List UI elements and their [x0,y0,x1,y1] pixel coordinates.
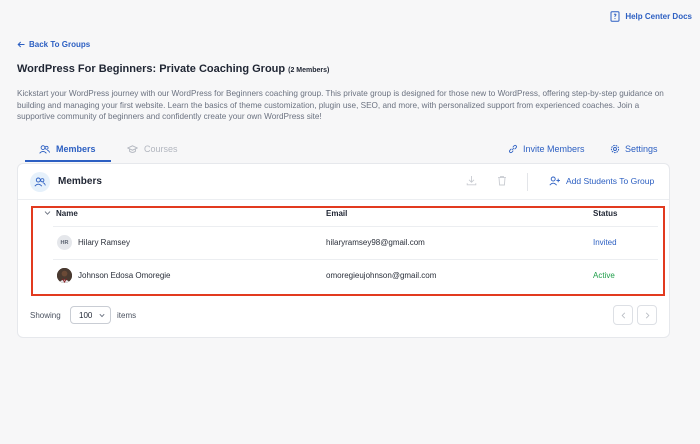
back-to-groups-link[interactable]: Back To Groups [17,40,90,49]
chevron-down-icon [99,313,105,318]
doc-icon [610,11,620,22]
items-label: items [117,311,137,320]
courses-icon [127,144,138,154]
users-icon [39,144,50,154]
group-description: Kickstart your WordPress journey with ou… [17,89,664,121]
page-title: WordPress For Beginners: Private Coachin… [17,63,329,75]
showing-label: Showing [30,311,61,320]
tab-courses[interactable]: Courses [127,144,178,154]
members-card-title: Members [58,176,102,187]
tab-members[interactable]: Members [39,144,96,154]
page-size-select[interactable]: 100 [70,306,111,324]
add-students-label: Add Students To Group [566,176,655,186]
members-card-header: Members Add Students To Group [18,164,669,200]
chevron-right-icon [645,311,650,319]
download-icon[interactable] [466,175,477,186]
help-center-label: Help Center Docs [625,12,692,21]
help-center-link[interactable]: Help Center Docs [610,11,692,22]
invite-members-label: Invite Members [523,144,585,154]
active-tab-indicator [25,160,111,162]
header-divider [527,173,528,191]
group-title: WordPress For Beginners: Private Coachin… [17,63,286,75]
arrow-left-icon [17,41,25,48]
member-count: (2 Members) [288,67,330,74]
trash-icon[interactable] [497,175,507,186]
tab-members-label: Members [56,144,96,154]
gear-icon [610,144,620,154]
back-label: Back To Groups [29,40,91,49]
chevron-left-icon [621,311,626,319]
previous-page-button[interactable] [613,305,633,325]
page-size-value: 100 [79,310,93,320]
highlight-box [31,206,665,296]
add-students-button[interactable]: Add Students To Group [549,176,654,186]
settings-label: Settings [625,144,658,154]
next-page-button[interactable] [637,305,657,325]
tab-courses-label: Courses [144,144,178,154]
invite-members-button[interactable]: Invite Members [508,144,585,154]
tab-bar: Members Courses Invite Members Settings [17,140,670,162]
user-plus-icon [549,176,561,186]
members-icon [30,172,50,192]
link-icon [508,144,518,154]
settings-button[interactable]: Settings [610,144,658,154]
